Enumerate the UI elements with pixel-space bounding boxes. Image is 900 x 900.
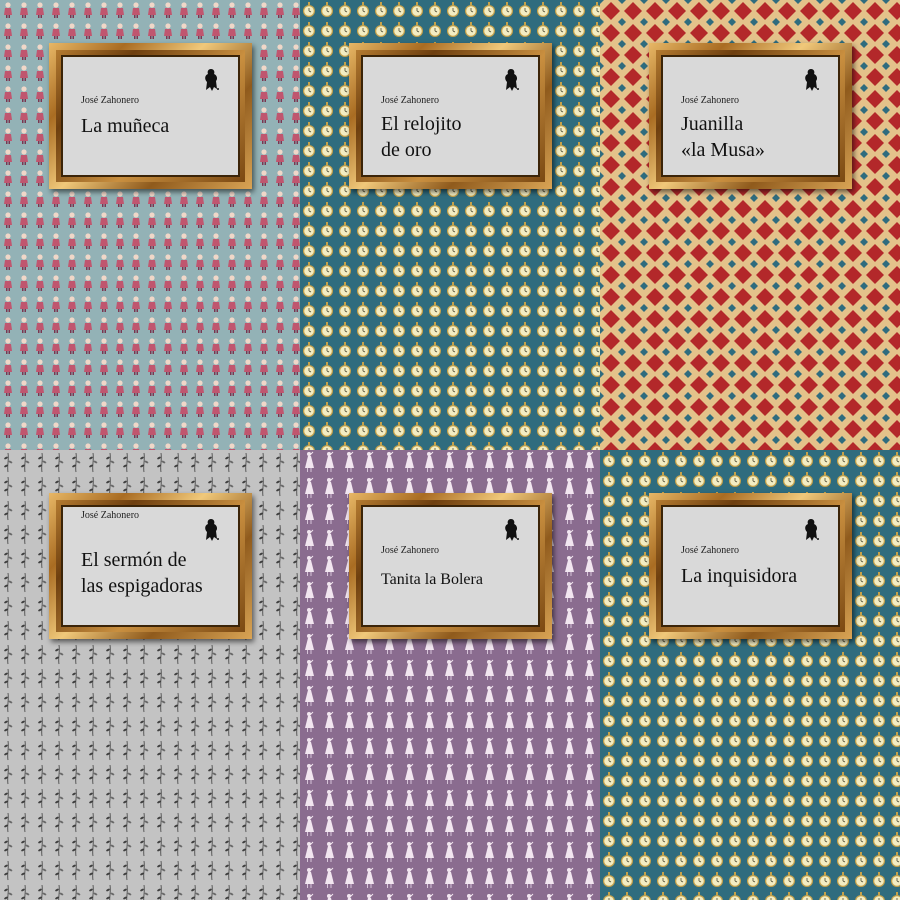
- gilded-frame: José Zahonero La inquisidora: [649, 493, 852, 639]
- author-name: José Zahonero: [681, 95, 740, 106]
- gilded-frame: José Zahonero El relojito de oro: [349, 43, 552, 189]
- cover-el-sermon-de-las-espigadoras[interactable]: José Zahonero El sermón de las espigador…: [0, 450, 300, 900]
- book-cover-grid: José Zahonero La muñeca José Zahonero El…: [0, 0, 900, 900]
- cover-el-relojito-de-oro[interactable]: José Zahonero El relojito de oro: [300, 0, 600, 450]
- book-title: La inquisidora: [681, 565, 798, 587]
- cover-la-inquisidora[interactable]: José Zahonero La inquisidora: [600, 450, 900, 900]
- book-title: El relojito de oro: [381, 113, 462, 161]
- author-name: José Zahonero: [81, 95, 140, 106]
- author-name: José Zahonero: [681, 545, 740, 556]
- gilded-frame: José Zahonero El sermón de las espigador…: [49, 493, 252, 639]
- author-name: José Zahonero: [81, 510, 140, 521]
- gilded-frame: José Zahonero La muñeca: [49, 43, 252, 189]
- crowned-figure-logo-icon: [805, 519, 819, 541]
- title-panel: José Zahonero El relojito de oro: [363, 57, 538, 175]
- cover-tanita-la-bolera[interactable]: José Zahonero Tanita la Bolera: [300, 450, 600, 900]
- title-panel: José Zahonero El sermón de las espigador…: [63, 507, 238, 625]
- book-title: Tanita la Bolera: [381, 571, 483, 588]
- crowned-figure-logo-icon: [505, 519, 519, 541]
- title-panel: José Zahonero Juanilla «la Musa»: [663, 57, 838, 175]
- crowned-figure-logo-icon: [805, 69, 819, 91]
- crowned-figure-logo-icon: [505, 69, 519, 91]
- book-title: La muñeca: [81, 115, 170, 137]
- book-title: Juanilla «la Musa»: [681, 113, 765, 161]
- book-title: El sermón de las espigadoras: [81, 549, 203, 597]
- gilded-frame: José Zahonero Tanita la Bolera: [349, 493, 552, 639]
- author-name: José Zahonero: [381, 545, 440, 556]
- title-panel: José Zahonero Tanita la Bolera: [363, 507, 538, 625]
- author-name: José Zahonero: [381, 95, 440, 106]
- title-panel: José Zahonero La muñeca: [63, 57, 238, 175]
- crowned-figure-logo-icon: [205, 69, 219, 91]
- gilded-frame: José Zahonero Juanilla «la Musa»: [649, 43, 852, 189]
- cover-juanilla-la-musa[interactable]: José Zahonero Juanilla «la Musa»: [600, 0, 900, 450]
- title-panel: José Zahonero La inquisidora: [663, 507, 838, 625]
- crowned-figure-logo-icon: [205, 519, 219, 541]
- cover-la-muneca[interactable]: José Zahonero La muñeca: [0, 0, 300, 450]
